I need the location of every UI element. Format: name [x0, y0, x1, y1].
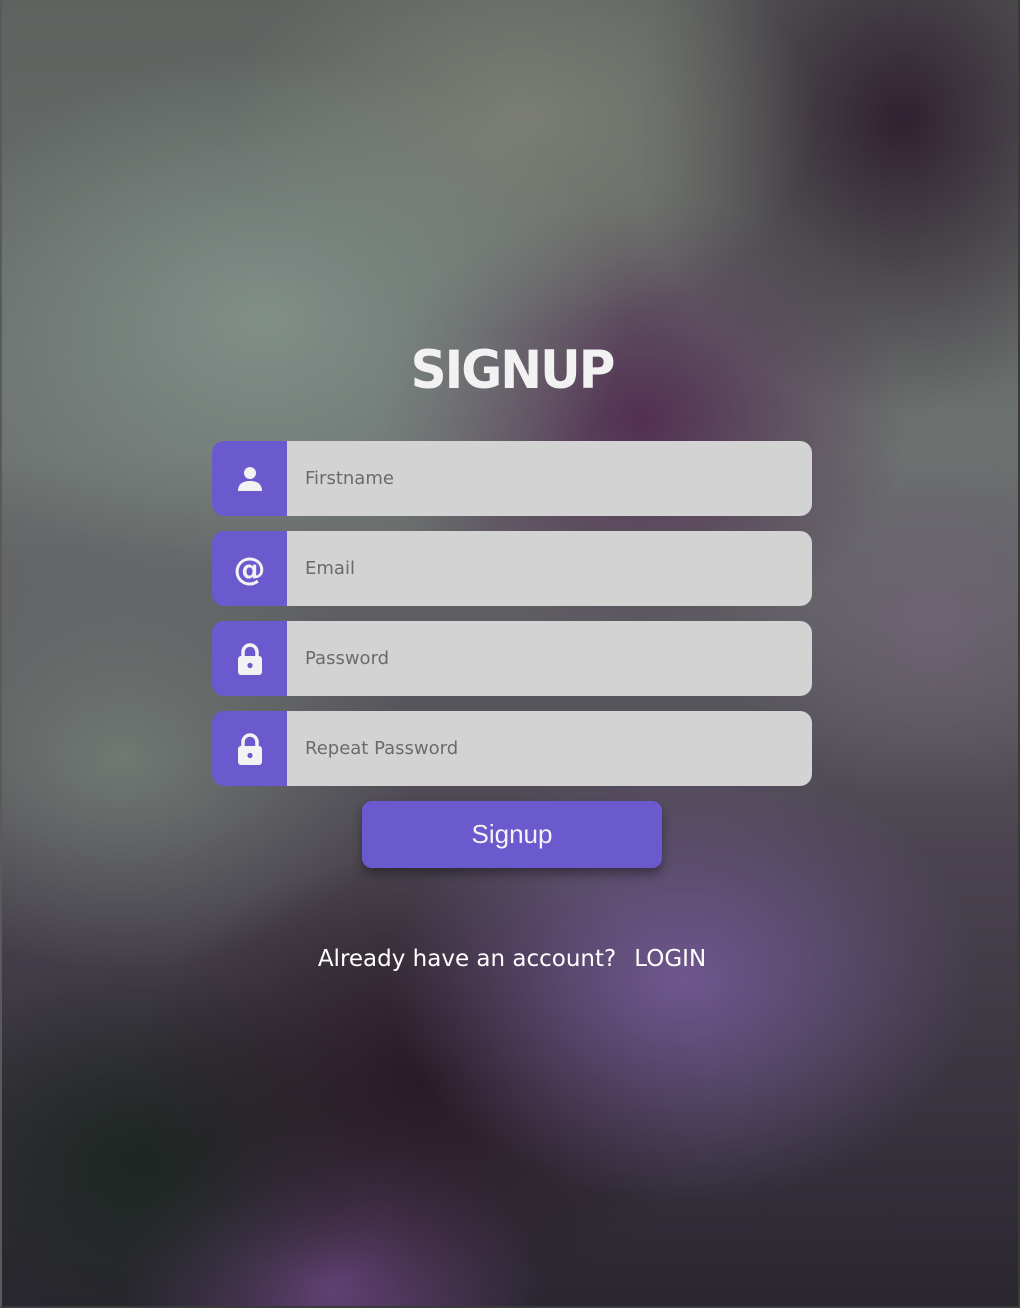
lock-icon — [212, 711, 287, 786]
login-link[interactable]: LOGIN — [634, 946, 706, 972]
email-input[interactable] — [287, 531, 812, 606]
user-icon — [212, 441, 287, 516]
submit-row: Signup — [212, 801, 812, 868]
email-field-group: @ — [212, 531, 812, 606]
at-icon: @ — [212, 531, 287, 606]
firstname-field-group — [212, 441, 812, 516]
password-input[interactable] — [287, 621, 812, 696]
repeat-password-input[interactable] — [287, 711, 812, 786]
password-field-group — [212, 621, 812, 696]
form-fields: @ — [212, 441, 812, 786]
login-prompt: Already have an account? LOGIN — [212, 946, 812, 972]
signup-button[interactable]: Signup — [362, 801, 662, 868]
page-title: SIGNUP — [410, 339, 616, 401]
firstname-input[interactable] — [287, 441, 812, 516]
repeat-password-field-group — [212, 711, 812, 786]
login-prompt-text: Already have an account? — [317, 946, 617, 972]
signup-form: SIGNUP @ — [212, 340, 812, 972]
lock-icon — [212, 621, 287, 696]
